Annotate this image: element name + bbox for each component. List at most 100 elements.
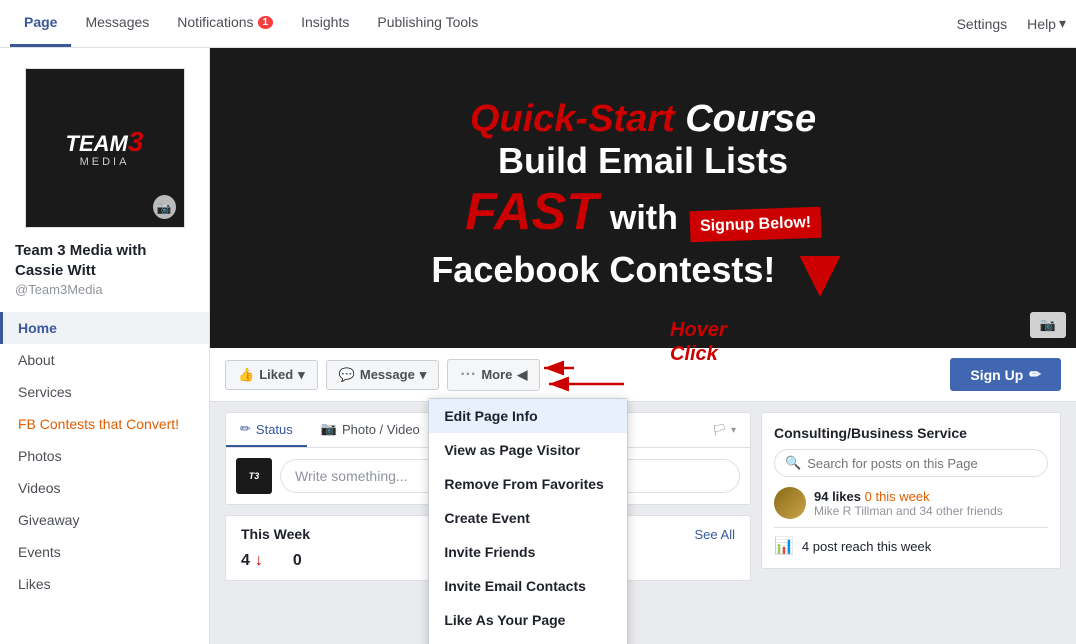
metric-zero: 0 (293, 552, 302, 570)
settings-link[interactable]: Settings (957, 16, 1008, 32)
more-label: More (481, 367, 512, 382)
dropdown-item-invite-friends[interactable]: Invite Friends (429, 535, 627, 569)
chevron-down-icon-liked: ▾ (298, 367, 305, 383)
camera-icon-tab: 📷 (321, 421, 337, 437)
dropdown-item-invite-email[interactable]: Invite Email Contacts (429, 569, 627, 603)
post-reach-row: 📊 4 post reach this week (774, 536, 1048, 556)
sidebar-item-videos[interactable]: Videos (0, 472, 209, 504)
notifications-badge: 1 (258, 16, 274, 29)
cover-line4: Facebook Contests! (431, 249, 775, 291)
post-tab-status[interactable]: ✏ Status (226, 413, 307, 447)
right-panel-category: Consulting/Business Service 🔍 94 likes (761, 412, 1061, 569)
right-column: Consulting/Business Service 🔍 94 likes (761, 412, 1061, 581)
dropdown-item-view-insights[interactable]: View Insights (429, 637, 627, 644)
pencil-icon: ✏ (1029, 366, 1041, 383)
cover-camera-button[interactable]: 📷 (1030, 312, 1066, 338)
cover-line1-red: Quick-Start (470, 98, 675, 140)
main-layout: TEAM3 MEDIA 📷 Team 3 Media with Cassie W… (0, 48, 1076, 644)
sidebar-item-events[interactable]: Events (0, 536, 209, 568)
camera-icon: 📷 (157, 201, 172, 215)
photo-tab-label: Photo / Video (342, 422, 420, 437)
pencil-icon-status: ✏ (240, 421, 251, 437)
cover-photo[interactable]: Quick-Start Course Build Email Lists FAS… (210, 48, 1076, 348)
search-input[interactable] (807, 456, 1037, 471)
sidebar-item-home[interactable]: Home (0, 312, 209, 344)
signup-label: Sign Up (970, 367, 1023, 383)
more-dropdown: Edit Page Info View as Page Visitor Remo… (428, 398, 628, 644)
page-name: Team 3 Media with Cassie Witt (0, 233, 209, 282)
more-button[interactable]: ··· More ◀ Edit Pag (447, 359, 540, 391)
cover-line3b: with (610, 199, 678, 237)
cover-line3-fast: FAST (465, 183, 598, 241)
likes-friends: Mike R Tillman and 34 other friends (814, 504, 1003, 518)
likes-row: 94 likes 0 this week Mike R Tillman and … (774, 487, 1048, 519)
content-columns: ✏ Status 📷 Photo / Video 🏳 ▾ (210, 402, 1076, 591)
likes-count: 94 likes (814, 489, 865, 504)
page-tabs-bar: Page Messages Notifications 1 Insights P… (0, 0, 1076, 48)
sidebar-item-services[interactable]: Services (0, 376, 209, 408)
tab-page[interactable]: Page (10, 0, 71, 47)
chart-icon: 📊 (774, 536, 794, 556)
divider (774, 527, 1048, 528)
status-tab-label: Status (256, 422, 293, 437)
sidebar-item-fb-contests[interactable]: FB Contests that Convert! (0, 408, 209, 440)
chevron-flag-icon: ▾ (731, 425, 736, 436)
flag-icon: 🏳 (712, 423, 727, 437)
post-reach-text: 4 post reach this week (802, 539, 931, 554)
sidebar-navigation: Home About Services FB Contests that Con… (0, 312, 209, 600)
search-icon: 🔍 (785, 455, 801, 471)
dropdown-item-view-as-visitor[interactable]: View as Page Visitor (429, 433, 627, 467)
message-label: Message (360, 367, 415, 382)
liked-label: Liked (259, 367, 293, 382)
this-week-title: This Week (241, 526, 310, 542)
red-arrow-more-svg (539, 358, 579, 378)
help-link[interactable]: Help ▾ (1027, 15, 1066, 32)
cover-line2: Build Email Lists (431, 141, 854, 181)
likes-avatar (774, 487, 806, 519)
chevron-down-icon-more: ◀ (517, 367, 527, 383)
tab-publishing-tools[interactable]: Publishing Tools (363, 0, 492, 47)
main-content: Quick-Start Course Build Email Lists FAS… (210, 48, 1076, 644)
sidebar: TEAM3 MEDIA 📷 Team 3 Media with Cassie W… (0, 48, 210, 644)
cover-graphic: Quick-Start Course Build Email Lists FAS… (210, 48, 1076, 348)
metric-down-icon: ↓ (255, 552, 263, 570)
thumbs-up-icon: 👍 (238, 367, 254, 383)
tab-notifications-label: Notifications (177, 14, 253, 30)
profile-picture[interactable]: TEAM3 MEDIA 📷 (25, 68, 185, 228)
sidebar-item-likes[interactable]: Likes (0, 568, 209, 600)
signup-button[interactable]: Sign Up ✏ (950, 358, 1061, 391)
message-button[interactable]: 💬 Message ▾ (326, 360, 440, 390)
page-handle: @Team3Media (0, 282, 209, 307)
camera-icon-cover: 📷 (1040, 317, 1056, 333)
search-box[interactable]: 🔍 (774, 449, 1048, 477)
dropdown-item-edit-page-info[interactable]: Edit Page Info (429, 399, 627, 433)
sidebar-item-photos[interactable]: Photos (0, 440, 209, 472)
dropdown-item-like-as-page[interactable]: Like As Your Page (429, 603, 627, 637)
red-arrow-edit-svg (539, 374, 629, 394)
help-label: Help (1027, 16, 1056, 32)
sidebar-item-giveaway[interactable]: Giveaway (0, 504, 209, 536)
tab-messages[interactable]: Messages (71, 0, 163, 47)
metric-number: 4 (241, 552, 250, 570)
sidebar-item-about[interactable]: About (0, 344, 209, 376)
action-bar: 👍 Liked ▾ 💬 Message ▾ ··· More ◀ (210, 348, 1076, 402)
chevron-down-icon: ▾ (1059, 15, 1066, 32)
post-tab-photo[interactable]: 📷 Photo / Video (307, 413, 434, 447)
cover-line1-white: Course (685, 98, 816, 140)
see-all-link[interactable]: See All (695, 527, 735, 542)
tab-notifications[interactable]: Notifications 1 (163, 0, 287, 47)
metric-value: 4 ↓ (241, 552, 263, 570)
arrow-down-icon: ▼ (785, 248, 854, 297)
flag-dropdown[interactable]: 🏳 ▾ (698, 413, 750, 447)
page-category: Consulting/Business Service (774, 425, 1048, 441)
dropdown-item-create-event[interactable]: Create Event (429, 501, 627, 535)
liked-button[interactable]: 👍 Liked ▾ (225, 360, 318, 390)
ellipsis-icon: ··· (460, 366, 476, 384)
likes-info: 94 likes 0 this week Mike R Tillman and … (814, 489, 1003, 518)
chevron-down-icon-message: ▾ (420, 367, 427, 383)
signup-box: Signup Below! (689, 206, 821, 242)
profile-pic-area: TEAM3 MEDIA 📷 (0, 58, 209, 233)
dropdown-item-remove-favorites[interactable]: Remove From Favorites (429, 467, 627, 501)
tab-insights[interactable]: Insights (287, 0, 363, 47)
likes-this-week: 0 this week (865, 489, 930, 504)
